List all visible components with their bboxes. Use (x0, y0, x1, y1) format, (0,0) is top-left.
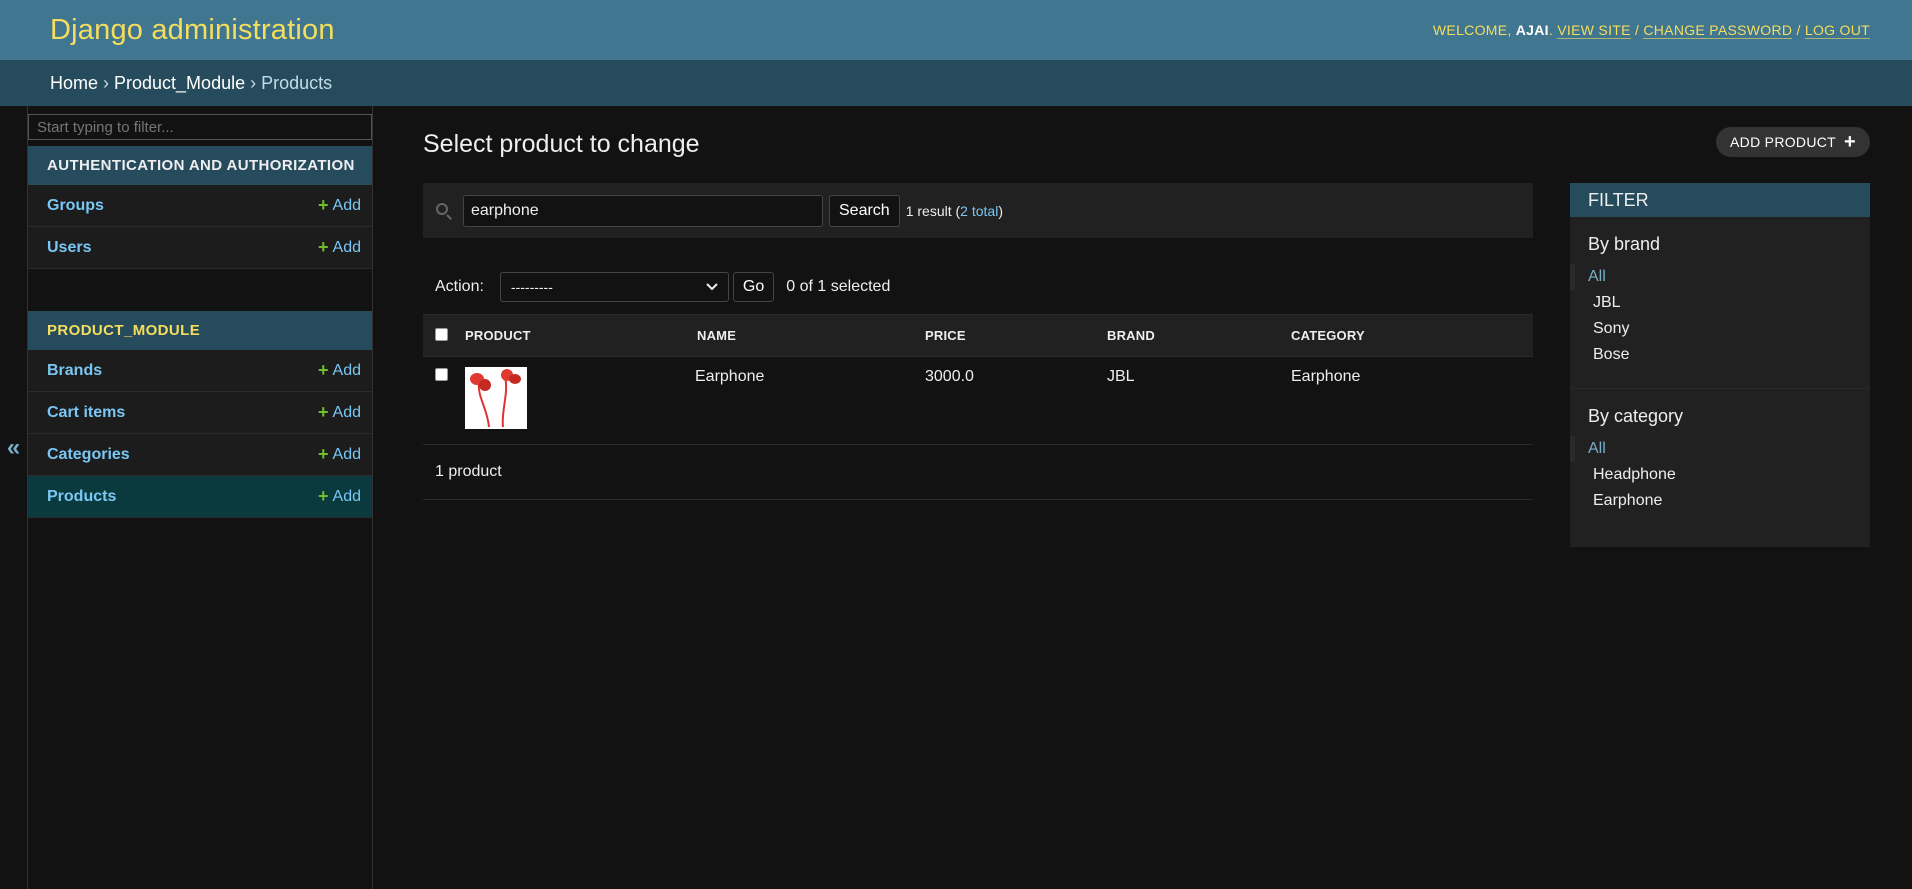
add-label: Add (332, 361, 361, 379)
plus-icon: + (318, 237, 329, 257)
sidebar-item-groups[interactable]: Groups (47, 197, 104, 215)
nav-sidebar: Authentication and Authorization Groups … (28, 106, 373, 889)
column-header-brand[interactable]: Brand (1107, 314, 1291, 357)
breadcrumb-home[interactable]: Home (50, 73, 98, 94)
username: ajai (1515, 22, 1549, 38)
add-products-link[interactable]: + Add (318, 486, 361, 507)
column-header-name[interactable]: Name (695, 314, 925, 357)
view-site-link[interactable]: View site (1557, 22, 1631, 39)
breadcrumb-app[interactable]: Product_Module (114, 73, 245, 94)
change-password-link[interactable]: Change password (1643, 22, 1793, 39)
filter-heading-category: By category (1588, 406, 1684, 426)
add-brands-link[interactable]: + Add (318, 360, 361, 381)
plus-icon: + (1844, 130, 1856, 153)
result-list: Product Name Price Brand Category (423, 314, 1533, 445)
model-row-categories: Categories + Add (28, 434, 372, 476)
model-row-cart-items: Cart items + Add (28, 392, 372, 434)
go-button[interactable]: Go (732, 272, 775, 302)
nav-filter-input[interactable] (28, 114, 372, 140)
filter-option-brand-all[interactable]: All (1570, 264, 1870, 290)
actions-bar: Action: --------- Go 0 of 1 selected (423, 270, 1533, 304)
breadcrumb: Home › Product_Module › Products (0, 60, 1912, 106)
sidebar-item-products[interactable]: Products (47, 488, 116, 506)
result-count: 1 result (2 total) (905, 202, 1003, 219)
action-label: Action: (435, 278, 484, 295)
filter-option-brand-jbl[interactable]: JBL (1570, 290, 1870, 316)
action-select[interactable]: --------- (499, 272, 729, 302)
filter-option-brand-sony[interactable]: Sony (1570, 316, 1870, 342)
search-icon (435, 202, 453, 220)
toggle-nav-sidebar-button[interactable]: « (0, 106, 28, 889)
search-input[interactable] (463, 194, 823, 227)
action-selected-option: --------- (510, 279, 553, 295)
model-row-brands: Brands + Add (28, 350, 372, 392)
filter-option-category-earphone[interactable]: Earphone (1570, 488, 1870, 514)
product-image[interactable] (465, 367, 527, 429)
search-button[interactable]: Search (829, 194, 900, 227)
plus-icon: + (318, 486, 329, 506)
column-header-price[interactable]: Price (925, 314, 1107, 357)
add-label: Add (332, 403, 361, 421)
app-auth: Authentication and Authorization Groups … (28, 146, 372, 269)
filter-option-category-headphone[interactable]: Headphone (1570, 462, 1870, 488)
plus-icon: + (318, 402, 329, 422)
page-title: Select product to change (423, 130, 700, 158)
add-product-label: Add product (1730, 134, 1837, 150)
add-label: Add (332, 196, 361, 214)
site-name[interactable]: Django administration (50, 14, 335, 47)
cell-brand: JBL (1107, 368, 1135, 385)
add-label: Add (332, 487, 361, 505)
add-categories-link[interactable]: + Add (318, 444, 361, 465)
content: Select product to change Add product + S… (373, 106, 1912, 889)
header: Django administration Welcome, ajai. Vie… (0, 0, 1912, 60)
plus-icon: + (318, 444, 329, 464)
filter-option-category-all[interactable]: All (1570, 436, 1870, 462)
model-row-groups: Groups + Add (28, 185, 372, 227)
paginator: 1 product (423, 445, 1533, 500)
add-groups-link[interactable]: + Add (318, 195, 361, 216)
filter-title: Filter (1570, 183, 1870, 217)
filter-section-brand: By brand All JBL Sony Bose (1570, 217, 1870, 389)
add-label: Add (332, 445, 361, 463)
user-tools: Welcome, ajai. View site / Change passwo… (1432, 22, 1870, 39)
cell-name[interactable]: Earphone (695, 357, 925, 445)
earphone-image-icon (470, 369, 521, 428)
filter-section-category: By category All Headphone Earphone (1570, 389, 1870, 534)
sidebar-item-cart-items[interactable]: Cart items (47, 404, 125, 422)
main-container: « Authentication and Authorization Group… (0, 106, 1912, 889)
cell-category: Earphone (1291, 368, 1361, 385)
cell-price: 3000.0 (925, 368, 974, 385)
filter-option-brand-bose[interactable]: Bose (1570, 342, 1870, 368)
app-caption-auth[interactable]: Authentication and Authorization (28, 146, 372, 185)
breadcrumb-current: Products (261, 72, 333, 93)
search-toolbar: Search 1 result (2 total) (423, 183, 1533, 238)
total-link[interactable]: 2 total (960, 203, 998, 219)
table-row: Earphone 3000.0 JBL Earphone (423, 357, 1533, 445)
row-checkbox[interactable] (435, 368, 448, 381)
add-label: Add (332, 238, 361, 256)
sidebar-item-users[interactable]: Users (47, 239, 91, 257)
add-product-button[interactable]: Add product + (1716, 127, 1870, 157)
double-chevron-left-icon: « (6, 433, 21, 461)
plus-icon: + (318, 195, 329, 215)
welcome-text: Welcome, (1432, 22, 1512, 38)
model-row-users: Users + Add (28, 227, 372, 269)
sidebar-item-categories[interactable]: Categories (47, 446, 130, 464)
app-caption-product-module[interactable]: Product_Module (28, 311, 372, 350)
column-header-product[interactable]: Product (465, 314, 695, 357)
log-out-link[interactable]: Log out (1804, 22, 1870, 39)
model-row-products: Products + Add (28, 476, 372, 518)
select-all-checkbox[interactable] (435, 327, 448, 341)
sidebar-item-brands[interactable]: Brands (47, 362, 102, 380)
column-header-category[interactable]: Category (1291, 314, 1533, 357)
action-counter: 0 of 1 selected (786, 278, 891, 295)
add-users-link[interactable]: + Add (318, 237, 361, 258)
filter-panel: Filter By brand All JBL Sony Bose By cat… (1570, 183, 1870, 547)
add-cart-items-link[interactable]: + Add (318, 402, 361, 423)
app-product-module: Product_Module Brands + Add Cart items + A… (28, 311, 372, 518)
filter-heading-brand: By brand (1588, 234, 1661, 254)
plus-icon: + (318, 360, 329, 380)
changelist: Search 1 result (2 total) Action: ------… (423, 183, 1533, 547)
chevron-down-icon (706, 283, 718, 291)
